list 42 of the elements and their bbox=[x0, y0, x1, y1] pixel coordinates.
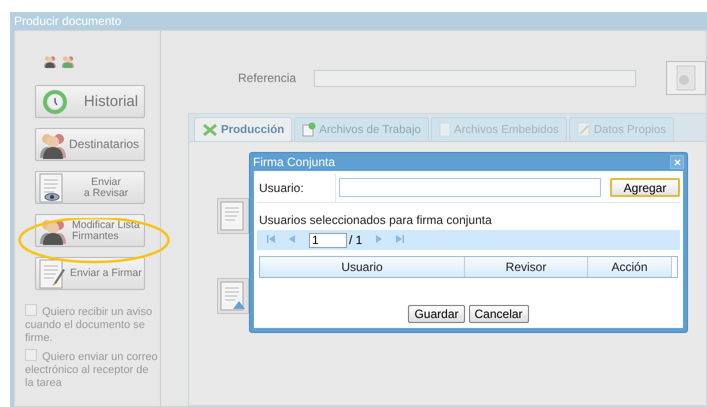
refresh-clock-icon bbox=[42, 88, 68, 114]
document-arrow-icon bbox=[219, 281, 247, 311]
field-label: Referencia bbox=[237, 71, 298, 85]
first-page-button[interactable] bbox=[267, 235, 275, 245]
sidebar-button[interactable]: Enviar a Revisar bbox=[35, 171, 145, 204]
next-page-button[interactable] bbox=[376, 235, 382, 245]
sidebar-button[interactable]: Historial bbox=[35, 85, 145, 118]
page-total: / 1 bbox=[349, 233, 362, 247]
people-icon bbox=[43, 55, 57, 68]
user-field[interactable] bbox=[339, 178, 601, 197]
last-page-icon bbox=[396, 235, 404, 243]
section-title: Usuarios seleccionados para firma conjunta bbox=[258, 212, 493, 229]
document-pen-icon bbox=[38, 258, 66, 288]
checkbox-label[interactable]: Quiero recibir un aviso cuando el documento se firme. bbox=[25, 304, 160, 345]
previous-page-icon bbox=[289, 235, 295, 243]
document-plus-icon bbox=[302, 122, 316, 137]
dialog-button[interactable]: Cancelar bbox=[468, 305, 529, 323]
first-page-icon bbox=[267, 235, 275, 243]
column-header[interactable]: Usuario bbox=[260, 257, 465, 277]
previous-page-button[interactable] bbox=[289, 235, 295, 245]
field-label: Usuario: bbox=[257, 173, 336, 202]
next-page-icon bbox=[376, 235, 382, 243]
tab[interactable]: Producción bbox=[194, 117, 292, 141]
tools-icon bbox=[202, 122, 218, 136]
column-header[interactable]: Revisor bbox=[465, 257, 588, 277]
close-icon bbox=[674, 158, 680, 166]
dialog-title: Firma Conjunta bbox=[253, 155, 336, 169]
window-title: Producir documento bbox=[13, 13, 122, 30]
document-button[interactable] bbox=[217, 278, 249, 314]
page-field[interactable]: 1 bbox=[309, 232, 347, 248]
column-header[interactable]: Acción bbox=[588, 257, 672, 277]
checkbox-label[interactable]: Quiero enviar un correo electrónico al receptor de la tarea bbox=[25, 349, 160, 390]
add-button[interactable]: Agregar bbox=[610, 178, 680, 197]
sidebar-button[interactable]: Enviar a Firmar bbox=[35, 257, 145, 290]
pencil-document-icon bbox=[576, 122, 591, 137]
last-page-button[interactable] bbox=[396, 235, 404, 245]
people-icon bbox=[61, 55, 75, 68]
close-button[interactable] bbox=[670, 155, 684, 169]
sidebar-button[interactable]: Destinatarios bbox=[35, 128, 145, 161]
document-button[interactable] bbox=[217, 198, 249, 234]
settings-button[interactable] bbox=[666, 61, 706, 95]
dialog-button[interactable]: Guardar bbox=[408, 305, 464, 323]
